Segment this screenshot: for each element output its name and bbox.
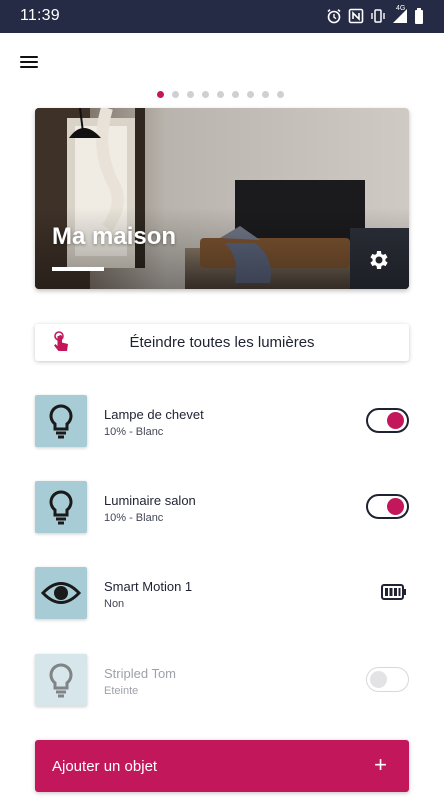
gear-icon[interactable] — [367, 248, 391, 272]
battery-icon — [414, 8, 424, 29]
page-dot[interactable] — [172, 91, 179, 98]
device-row-smart-motion[interactable]: Smart Motion 1 Non — [35, 567, 409, 619]
device-toggle[interactable] — [366, 667, 409, 692]
device-detail: Eteinte — [104, 685, 139, 697]
page-dot[interactable] — [277, 91, 284, 98]
device-detail: Non — [104, 598, 125, 610]
network-type: 4G — [396, 5, 406, 12]
page-dot-active[interactable] — [157, 91, 164, 98]
living-room-photo — [35, 108, 409, 289]
menu-icon[interactable] — [20, 54, 42, 72]
home-card[interactable]: Ma maison — [35, 108, 409, 289]
device-name: Luminaire salon — [104, 493, 196, 508]
page-dot[interactable] — [232, 91, 239, 98]
page-indicator — [157, 91, 284, 98]
page-dot[interactable] — [247, 91, 254, 98]
battery-full-icon — [381, 584, 407, 605]
signal-icon: 4G — [392, 5, 408, 29]
bulb-icon[interactable] — [35, 395, 87, 447]
device-toggle[interactable] — [366, 408, 409, 433]
title-underline — [52, 267, 104, 271]
device-detail: 10% - Blanc — [104, 426, 164, 438]
status-time: 11:39 — [20, 7, 60, 24]
nfc-icon — [348, 8, 364, 29]
turn-off-all-label: Éteindre toutes les lumières — [129, 334, 315, 351]
page-dot[interactable] — [262, 91, 269, 98]
device-row-lampe-de-chevet[interactable]: Lampe de chevet 10% - Blanc — [35, 395, 409, 447]
add-object-button[interactable]: Ajouter un objet + — [35, 740, 409, 792]
bulb-icon[interactable] — [35, 481, 87, 533]
page-dot[interactable] — [187, 91, 194, 98]
device-detail: 10% - Blanc — [104, 512, 164, 524]
device-name: Stripled Tom — [104, 666, 177, 681]
vibrate-icon — [370, 8, 386, 29]
alarm-icon — [326, 8, 342, 29]
add-object-label: Ajouter un objet — [52, 758, 158, 775]
device-name: Smart Motion 1 — [104, 579, 193, 594]
device-toggle[interactable] — [366, 494, 409, 519]
device-row-luminaire-salon[interactable]: Luminaire salon 10% - Blanc — [35, 481, 409, 533]
status-bar: 11:39 4G — [0, 0, 444, 33]
page-dot[interactable] — [202, 91, 209, 98]
eye-icon[interactable] — [35, 567, 87, 619]
home-title: Ma maison — [52, 223, 177, 250]
page-dot[interactable] — [217, 91, 224, 98]
device-row-stripled-tom[interactable]: Stripled Tom Eteinte — [35, 654, 409, 706]
turn-off-all-button[interactable]: Éteindre toutes les lumières — [35, 324, 409, 361]
plus-icon: + — [374, 752, 387, 777]
bulb-icon[interactable] — [35, 654, 87, 706]
device-name: Lampe de chevet — [104, 407, 204, 422]
